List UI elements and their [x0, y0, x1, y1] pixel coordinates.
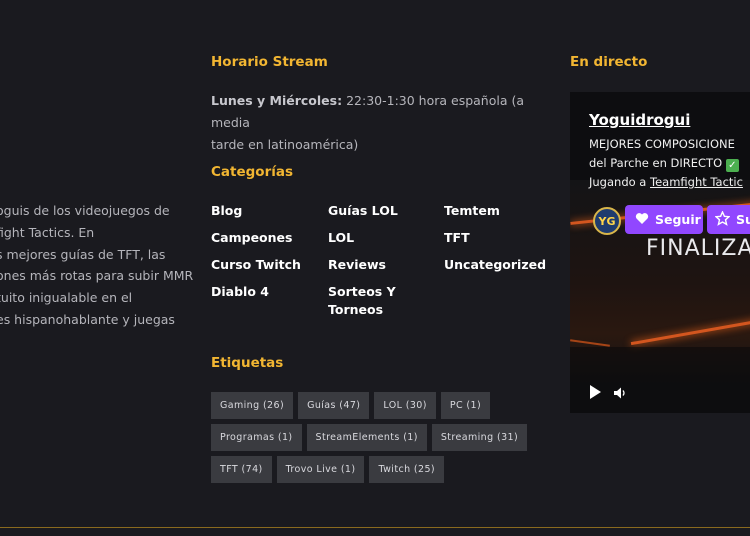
tag-lol[interactable]: LOL (30): [374, 392, 436, 419]
channel-name-link[interactable]: Yoguidrogui: [589, 111, 690, 129]
directo-title: En directo: [570, 54, 648, 70]
about-line: es hispanohablante y juegas: [0, 311, 175, 327]
subscribe-label: Su: [736, 212, 750, 227]
tag-tft[interactable]: TFT (74): [211, 456, 272, 483]
tag-programas[interactable]: Programas (1): [211, 424, 302, 451]
categorias-title: Categorías: [211, 164, 293, 180]
tag-twitch[interactable]: Twitch (25): [369, 456, 445, 483]
category-link-campeones[interactable]: Campeones: [211, 229, 292, 247]
category-link-blog[interactable]: Blog: [211, 202, 242, 220]
tag-streaming[interactable]: Streaming (31): [431, 424, 528, 451]
stream-overlay-text: FINALIZA: [646, 236, 750, 261]
player-controls: [570, 347, 750, 413]
category-link-tft[interactable]: TFT: [444, 229, 470, 247]
heart-icon: [635, 212, 649, 228]
about-line: tuito inigualable en el: [0, 290, 133, 306]
category-link-temtem[interactable]: Temtem: [444, 202, 500, 220]
horario-note: tarde en latinoamérica): [211, 137, 359, 152]
about-line: ones más rotas para subir MMR: [0, 268, 194, 284]
category-link-guias-lol[interactable]: Guías LOL: [328, 202, 398, 220]
stream-title-line: del Parche en DIRECTO: [589, 156, 726, 170]
star-icon: [714, 209, 731, 229]
horario-text: Lunes y Miércoles: 22:30-1:30 hora españ…: [211, 90, 541, 156]
category-link-sorteos-torneos[interactable]: Sorteos Y Torneos: [328, 283, 396, 319]
horario-days: Lunes y Miércoles:: [211, 93, 343, 108]
tag-guias[interactable]: Guías (47): [298, 392, 370, 419]
category-link-diablo-4[interactable]: Diablo 4: [211, 283, 269, 301]
category-link-reviews[interactable]: Reviews: [328, 256, 386, 274]
footer-divider: [0, 527, 750, 528]
category-label-line: Sorteos Y: [328, 284, 396, 299]
follow-button[interactable]: Seguir: [625, 205, 703, 234]
tag-streamelements[interactable]: StreamElements (1): [306, 424, 427, 451]
about-line: oguis de los videojuegos de: [0, 203, 170, 218]
tag-trovo-live[interactable]: Trovo Live (1): [276, 456, 365, 483]
stream-title: MEJORES COMPOSICIONE del Parche en DIREC…: [589, 135, 743, 192]
follow-label: Seguir: [655, 212, 701, 227]
stream-title-line: MEJORES COMPOSICIONE: [589, 137, 735, 151]
tag-pc[interactable]: PC (1): [440, 392, 491, 419]
about-line: s mejores guías de TFT, las: [0, 246, 166, 262]
check-icon: ✓: [725, 159, 739, 172]
volume-icon[interactable]: [613, 385, 627, 399]
etiquetas-title: Etiquetas: [211, 355, 284, 371]
category-link-uncategorized[interactable]: Uncategorized: [444, 256, 546, 274]
tag-gaming[interactable]: Gaming (26): [211, 392, 294, 419]
category-label-line: Torneos: [328, 302, 384, 317]
category-link-lol[interactable]: LOL: [328, 229, 354, 247]
about-line: fight Tactics. En: [0, 224, 95, 240]
twitch-embed[interactable]: FINALIZA Yoguidrogui MEJORES COMPOSICION…: [570, 92, 750, 413]
game-prefix: Jugando a: [589, 175, 651, 189]
horario-title: Horario Stream: [211, 54, 328, 70]
play-icon[interactable]: [590, 385, 601, 399]
category-link-curso-twitch[interactable]: Curso Twitch: [211, 256, 301, 274]
about-text: oguis de los videojuegos de fight Tactic…: [0, 200, 194, 331]
game-link[interactable]: Teamfight Tactic: [650, 175, 743, 189]
channel-avatar[interactable]: YG: [593, 207, 621, 235]
subscribe-button[interactable]: Su: [707, 205, 750, 234]
tag-cloud: Gaming (26) Guías (47) LOL (30) PC (1) Progr…: [211, 392, 541, 488]
